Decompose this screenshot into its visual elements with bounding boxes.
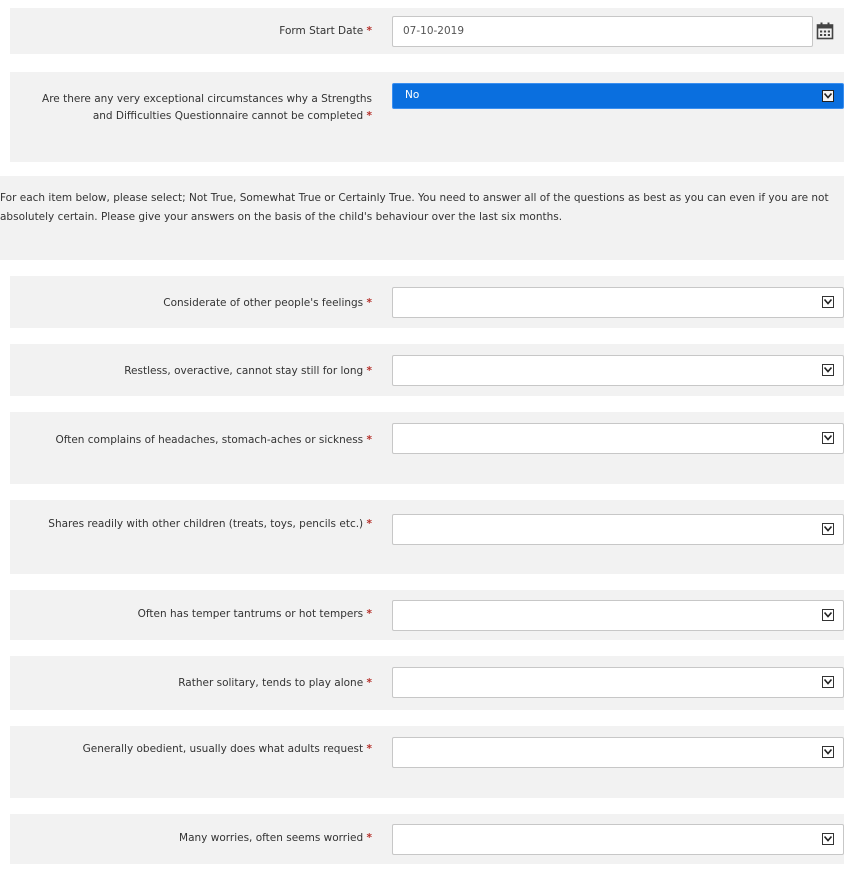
question-select[interactable] — [392, 287, 844, 318]
question-row: Restless, overactive, cannot stay still … — [10, 344, 844, 396]
chevron-down-icon[interactable] — [822, 296, 834, 308]
required-marker: * — [366, 608, 373, 620]
instructions-row: For each item below, please select; Not … — [0, 176, 844, 260]
question-label: Shares readily with other children (trea… — [48, 518, 373, 530]
question-select[interactable] — [392, 355, 844, 386]
question-row: Shares readily with other children (trea… — [10, 500, 844, 574]
form-start-date-row: Form Start Date * 07-10-2019 — [10, 8, 844, 54]
question-select[interactable] — [392, 600, 844, 631]
required-marker: * — [366, 365, 373, 377]
selected-value: No — [405, 89, 420, 101]
question-row: Many worries, often seems worried * — [10, 814, 844, 864]
required-marker: * — [366, 832, 373, 844]
question-row: Often complains of headaches, stomach-ac… — [10, 412, 844, 484]
chevron-down-icon[interactable] — [822, 676, 834, 688]
chevron-down-icon[interactable] — [822, 432, 834, 444]
form-start-date-label: Form Start Date * — [279, 25, 373, 37]
exceptional-circumstances-row: Are there any very exceptional circumsta… — [10, 72, 844, 162]
question-row: Generally obedient, usually does what ad… — [10, 726, 844, 798]
question-select[interactable] — [392, 423, 844, 454]
exceptional-circumstances-label: Are there any very exceptional circumsta… — [42, 93, 373, 122]
required-marker: * — [366, 110, 373, 122]
required-marker: * — [366, 25, 373, 37]
chevron-down-icon[interactable] — [822, 523, 834, 535]
required-marker: * — [366, 518, 373, 530]
chevron-down-icon[interactable] — [822, 609, 834, 621]
question-select[interactable] — [392, 737, 844, 768]
form-start-date-value: 07-10-2019 — [403, 25, 465, 37]
instructions-text: For each item below, please select; Not … — [0, 192, 829, 223]
required-marker: * — [366, 297, 373, 309]
calendar-icon[interactable] — [816, 22, 834, 40]
question-select[interactable] — [392, 667, 844, 698]
question-label: Many worries, often seems worried * — [179, 832, 373, 844]
required-marker: * — [366, 434, 373, 446]
sdq-form: Form Start Date * 07-10-2019 Are there a… — [0, 0, 844, 876]
question-row: Often has temper tantrums or hot tempers… — [10, 590, 844, 640]
question-row: Considerate of other people's feelings * — [10, 276, 844, 328]
question-label: Considerate of other people's feelings * — [163, 297, 373, 309]
required-marker: * — [366, 677, 373, 689]
question-select[interactable] — [392, 824, 844, 855]
chevron-down-icon[interactable] — [822, 746, 834, 758]
question-label: Restless, overactive, cannot stay still … — [124, 365, 373, 377]
question-label: Generally obedient, usually does what ad… — [82, 743, 373, 755]
question-label: Often complains of headaches, stomach-ac… — [55, 434, 373, 446]
chevron-down-icon[interactable] — [822, 833, 834, 845]
question-label: Rather solitary, tends to play alone * — [178, 677, 373, 689]
chevron-down-icon[interactable] — [822, 364, 834, 376]
required-marker: * — [366, 743, 373, 755]
question-row: Rather solitary, tends to play alone * — [10, 656, 844, 710]
question-label: Often has temper tantrums or hot tempers… — [137, 608, 373, 620]
form-start-date-input[interactable]: 07-10-2019 — [392, 16, 813, 47]
chevron-down-icon[interactable] — [822, 90, 834, 102]
question-select[interactable] — [392, 514, 844, 545]
exceptional-circumstances-select[interactable]: No — [392, 83, 844, 109]
